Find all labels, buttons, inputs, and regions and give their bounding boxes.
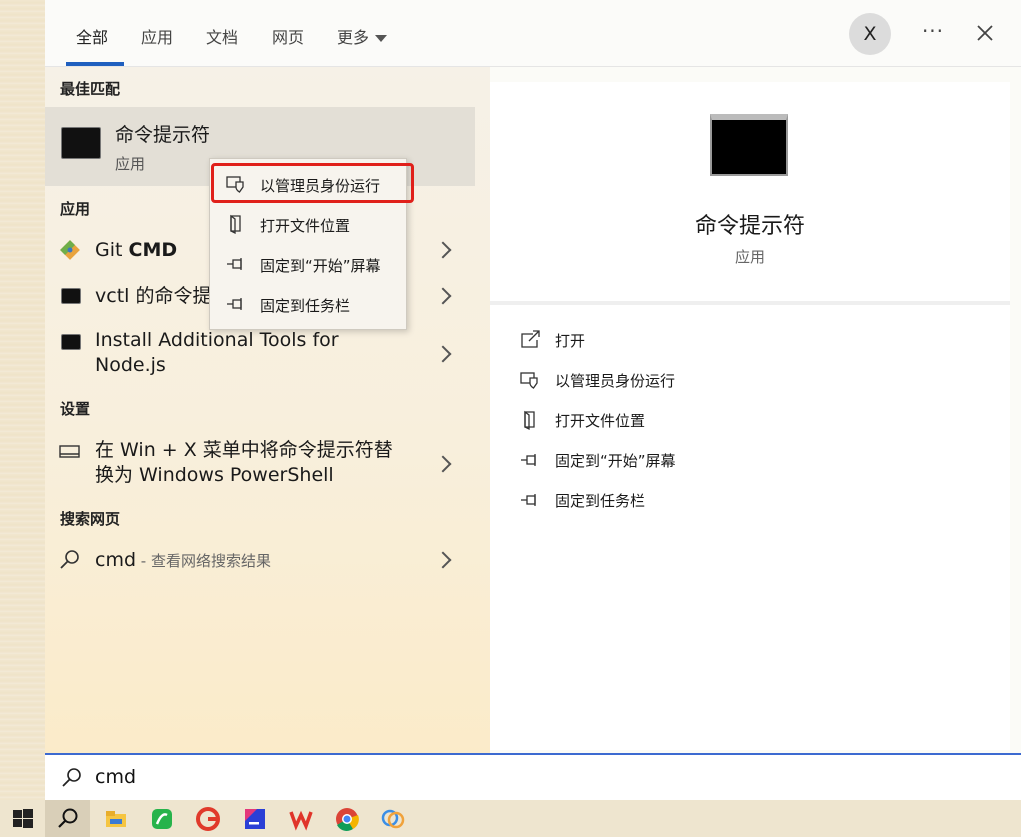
list-item-label: Git CMD: [95, 238, 177, 263]
section-web: 搜索网页: [60, 510, 121, 528]
section-best-match: 最佳匹配: [60, 80, 121, 98]
chevron-right-icon[interactable]: [434, 287, 452, 305]
search-icon[interactable]: [55, 806, 81, 832]
close-icon: [977, 25, 993, 41]
wps-icon[interactable]: [288, 806, 314, 832]
list-item-settings[interactable]: 在 Win + X 菜单中将命令提示符替 换为 Windows PowerShe…: [45, 438, 475, 490]
best-match-subtitle: 应用: [115, 155, 146, 173]
search-input[interactable]: cmd: [45, 753, 1021, 800]
caret-down-icon: [375, 35, 388, 42]
detail-divider: [490, 301, 1010, 305]
command-prompt-icon: [61, 334, 81, 350]
action-pin-start[interactable]: 固定到“开始”屏幕: [520, 446, 990, 476]
tab-all[interactable]: 全部: [76, 24, 108, 48]
green-app-icon[interactable]: [149, 806, 175, 832]
open-icon: [521, 330, 540, 348]
desktop-background: [0, 0, 45, 800]
settings-label-line1: 在 Win + X 菜单中将命令提示符替: [95, 439, 393, 461]
tab-more[interactable]: 更多: [337, 24, 388, 48]
action-run-as-admin[interactable]: 以管理员身份运行: [520, 366, 990, 396]
action-label: 打开文件位置: [555, 412, 646, 430]
menu-item-label: 固定到任务栏: [260, 297, 351, 315]
pin-icon: [227, 258, 242, 270]
search-icon: [60, 550, 79, 569]
menu-item-label: 固定到“开始”屏幕: [260, 257, 381, 275]
action-label: 固定到任务栏: [555, 492, 646, 510]
action-open[interactable]: 打开: [520, 326, 990, 356]
tab-documents[interactable]: 文档: [206, 24, 238, 48]
action-label: 以管理员身份运行: [555, 372, 676, 390]
tab-apps[interactable]: 应用: [141, 24, 173, 48]
detail-title: 命令提示符: [694, 214, 805, 239]
chevron-right-icon[interactable]: [434, 551, 452, 569]
section-apps: 应用: [60, 200, 91, 218]
more-options-button[interactable]: ···: [918, 18, 948, 48]
command-prompt-icon: [61, 288, 81, 304]
search-value: cmd: [95, 766, 137, 788]
search-icon: [62, 768, 81, 787]
menu-item-label: 打开文件位置: [260, 217, 351, 235]
menu-item-pin-start[interactable]: 固定到“开始”屏幕: [210, 245, 406, 283]
shield-icon: [520, 372, 538, 389]
tab-web[interactable]: 网页: [272, 24, 304, 48]
web-query: cmd: [95, 549, 137, 571]
command-prompt-large-icon: [710, 114, 788, 176]
git-cmd-bold: CMD: [128, 239, 178, 261]
chevron-right-icon[interactable]: [434, 241, 452, 259]
red-app-icon[interactable]: [195, 806, 221, 832]
web-search-suffix: - 查看网络搜索结果: [136, 552, 271, 570]
git-cmd-plain: Git: [95, 239, 129, 261]
action-label: 固定到“开始”屏幕: [555, 452, 676, 470]
chrome-icon[interactable]: [334, 806, 360, 832]
pin-icon: [521, 494, 536, 506]
jetbrains-icon[interactable]: [242, 806, 268, 832]
close-button[interactable]: [970, 18, 1000, 48]
list-item-label-line2: Node.js: [95, 354, 166, 376]
file-explorer-icon[interactable]: [103, 806, 129, 832]
tab-more-label: 更多: [337, 28, 370, 47]
pin-icon: [227, 298, 242, 310]
chevron-right-icon[interactable]: [434, 345, 452, 363]
menu-item-pin-taskbar[interactable]: 固定到任务栏: [210, 285, 406, 323]
action-label: 打开: [555, 332, 586, 350]
section-settings: 设置: [60, 400, 91, 418]
detail-subtitle: 应用: [734, 248, 765, 266]
user-avatar[interactable]: X: [849, 13, 891, 55]
settings-label-line2: 换为 Windows PowerShell: [95, 464, 334, 486]
highlight-annotation: [211, 163, 414, 203]
pin-icon: [521, 454, 536, 466]
file-location-icon: [524, 410, 535, 431]
feather-app-icon[interactable]: [380, 806, 406, 832]
action-open-location[interactable]: 打开文件位置: [520, 406, 990, 436]
active-tab-indicator: [66, 62, 124, 66]
action-pin-taskbar[interactable]: 固定到任务栏: [520, 486, 990, 516]
git-icon: [60, 240, 80, 260]
list-item-web-search[interactable]: cmd - 查看网络搜索结果: [45, 546, 475, 576]
windows-start-icon[interactable]: [10, 806, 36, 832]
list-item-label-line1: Install Additional Tools for: [95, 329, 339, 351]
best-match-title: 命令提示符: [115, 124, 211, 146]
file-location-icon: [230, 214, 241, 234]
command-prompt-icon: [61, 127, 101, 159]
taskbar-setting-icon: [59, 445, 80, 458]
list-item-node-tools[interactable]: Install Additional Tools for Node.js: [45, 328, 475, 380]
chevron-right-icon[interactable]: [434, 455, 452, 473]
web-search-label: cmd - 查看网络搜索结果: [95, 548, 271, 574]
menu-item-open-location[interactable]: 打开文件位置: [210, 205, 406, 243]
